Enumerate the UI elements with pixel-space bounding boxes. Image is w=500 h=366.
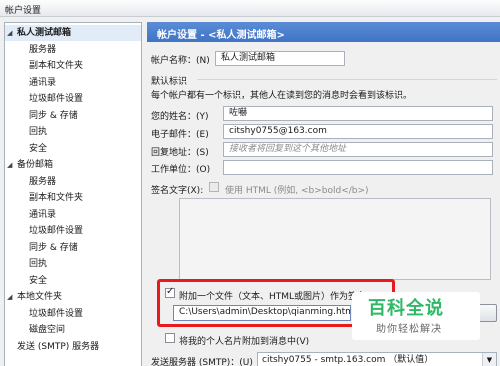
tree-item[interactable]: 发送 (SMTP) 服务器 bbox=[5, 339, 141, 355]
identity-description: 每个帐户都有一个标识，其他人在读到您的消息时会看到该标识。 bbox=[151, 91, 413, 101]
expand-toggle-icon[interactable]: ◢ bbox=[7, 289, 17, 305]
account-name-field[interactable]: 私人测试邮箱 bbox=[215, 51, 345, 66]
organization-label: 工作单位：(O) bbox=[151, 165, 211, 175]
tree-item-label: 同步 & 存储 bbox=[29, 110, 78, 121]
signature-label: 签名文字(X): bbox=[151, 186, 204, 196]
tree-item[interactable]: 垃圾邮件设置 bbox=[5, 306, 141, 322]
smtp-select[interactable]: citshy0755 - smtp.163.com （默认值） ▼ bbox=[257, 352, 497, 366]
tree-item[interactable]: ◢ 备份邮箱 bbox=[5, 157, 141, 173]
tree-item[interactable]: 通讯录 bbox=[5, 207, 141, 223]
tree-item-label: 垃圾邮件设置 bbox=[29, 308, 84, 319]
vcard-label: 将我的个人名片附加到消息中(V) bbox=[179, 337, 310, 347]
tree-item-label: 本地文件夹 bbox=[17, 292, 63, 302]
expand-toggle-icon[interactable]: ◢ bbox=[7, 157, 17, 173]
tree-item-label: 服务器 bbox=[29, 44, 57, 55]
tree-item[interactable]: 通讯录 bbox=[5, 75, 141, 91]
vcard-checkbox[interactable] bbox=[165, 333, 175, 343]
panel-header-title: 帐户设置 - <私人测试邮箱> bbox=[157, 30, 285, 41]
tree-item[interactable]: ◢ 私人测试邮箱 bbox=[5, 25, 141, 41]
tree-item-label: 磁盘空间 bbox=[29, 325, 66, 335]
tree-item[interactable]: 副本和文件夹 bbox=[5, 190, 141, 206]
account-name-label: 帐户名称：(N) bbox=[151, 56, 210, 66]
use-html-checkbox[interactable] bbox=[209, 182, 219, 192]
title-bar: 帐户设置 bbox=[0, 0, 500, 17]
default-identity-title: 默认标识 bbox=[151, 77, 188, 87]
tree-item-label: 副本和文件夹 bbox=[29, 193, 84, 203]
your-name-field[interactable]: 咗嚇 bbox=[223, 106, 493, 121]
tree-item[interactable]: 垃圾邮件设置 bbox=[5, 91, 141, 107]
tree-item-label: 通讯录 bbox=[29, 209, 57, 220]
window-title: 帐户设置 bbox=[5, 6, 42, 16]
tree-item[interactable]: 回执 bbox=[5, 124, 141, 140]
tree-item-label: 垃圾邮件设置 bbox=[29, 226, 84, 236]
account-tree[interactable]: ◢ 私人测试邮箱 服务器 副本和文件夹 通讯录 垃圾邮件设置 同步 & 存储 回执 安全 ◢ 备份邮… bbox=[4, 22, 142, 366]
tree-item[interactable]: 同步 & 存储 bbox=[5, 108, 141, 124]
tree-item-label: 安全 bbox=[29, 275, 48, 286]
signature-textarea[interactable] bbox=[179, 198, 491, 280]
reply-to-field[interactable]: 接收者将回复到这个其他地址 bbox=[223, 142, 493, 157]
tree-item[interactable]: 服务器 bbox=[5, 42, 141, 58]
tree-item-label: 服务器 bbox=[29, 176, 57, 187]
tree-item[interactable]: 磁盘空间 bbox=[5, 322, 141, 338]
tree-item-label: 私人测试邮箱 bbox=[17, 28, 72, 38]
expand-toggle-icon[interactable]: ◢ bbox=[7, 25, 17, 41]
smtp-label: 发送服务器 (SMTP)：(U) bbox=[151, 358, 253, 366]
tree-item-label: 安全 bbox=[29, 143, 48, 154]
smtp-select-value: citshy0755 - smtp.163.com （默认值） bbox=[262, 355, 434, 365]
group-divider bbox=[197, 79, 497, 80]
tree-item-label: 备份邮箱 bbox=[17, 160, 54, 170]
tree-item-label: 发送 (SMTP) 服务器 bbox=[17, 341, 100, 352]
your-name-label: 您的姓名：(Y) bbox=[151, 112, 209, 122]
tree-item-label: 垃圾邮件设置 bbox=[29, 94, 84, 104]
tree-item[interactable]: 安全 bbox=[5, 273, 141, 289]
watermark-title: 百科全说 bbox=[368, 298, 444, 319]
email-field[interactable]: citshy0755@163.com bbox=[223, 124, 493, 139]
browse-button[interactable] bbox=[477, 304, 497, 322]
watermark-subtitle: 助你轻松解决 bbox=[376, 324, 442, 335]
email-label: 电子邮件：(E) bbox=[151, 130, 209, 140]
tree-item-label: 通讯录 bbox=[29, 77, 57, 88]
tree-item[interactable]: 安全 bbox=[5, 141, 141, 157]
watermark-logo: 百科全说 助你轻松解决 bbox=[352, 292, 480, 340]
reply-to-label: 回复地址：(S) bbox=[151, 148, 209, 158]
tree-item-label: 回执 bbox=[29, 127, 48, 137]
tree-item[interactable]: 服务器 bbox=[5, 174, 141, 190]
use-html-label: 使用 HTML (例如, <b>bold</b>) bbox=[225, 186, 369, 196]
chevron-down-icon: ▼ bbox=[482, 353, 496, 366]
tree-item[interactable]: ◢ 本地文件夹 bbox=[5, 289, 141, 305]
tree-item-label: 同步 & 存储 bbox=[29, 242, 78, 253]
tree-item-label: 副本和文件夹 bbox=[29, 61, 84, 71]
tree-item-label: 回执 bbox=[29, 259, 48, 269]
organization-field[interactable] bbox=[223, 160, 493, 175]
panel-header: 帐户设置 - <私人测试邮箱> bbox=[147, 22, 500, 42]
tree-item[interactable]: 回执 bbox=[5, 256, 141, 272]
tree-item[interactable]: 副本和文件夹 bbox=[5, 58, 141, 74]
tree-item[interactable]: 同步 & 存储 bbox=[5, 240, 141, 256]
tree-item[interactable]: 垃圾邮件设置 bbox=[5, 223, 141, 239]
